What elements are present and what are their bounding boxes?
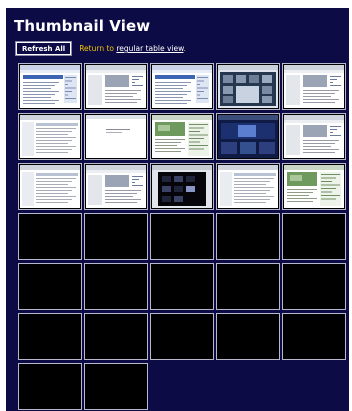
thumbnail-image	[152, 115, 212, 158]
thumbnail-image	[284, 65, 344, 108]
thumbnail-image	[86, 115, 146, 158]
thumbnail[interactable]	[18, 113, 82, 160]
empty-thumbnail	[84, 313, 148, 360]
thumbnail-image	[152, 165, 212, 208]
thumbnail[interactable]	[216, 113, 280, 160]
empty-thumbnail	[84, 263, 148, 310]
thumbnail-image	[218, 65, 278, 108]
thumbnail[interactable]	[282, 163, 346, 210]
empty-thumbnail	[282, 213, 346, 260]
return-suffix: .	[183, 44, 186, 53]
return-text: Return to regular table view.	[79, 44, 186, 53]
thumbnail[interactable]	[282, 113, 346, 160]
thumbnail[interactable]	[84, 113, 148, 160]
empty-thumbnail	[282, 263, 346, 310]
thumbnail-image	[20, 165, 80, 208]
thumbnail-grid	[18, 63, 346, 410]
thumbnail-image	[86, 65, 146, 108]
thumbnail-image	[20, 115, 80, 158]
thumbnail[interactable]	[150, 113, 214, 160]
thumbnail-image	[152, 65, 212, 108]
toolbar: Refresh All Return to regular table view…	[14, 41, 186, 56]
empty-thumbnail	[150, 213, 214, 260]
regular-table-view-link[interactable]: regular table view	[116, 44, 183, 53]
empty-thumbnail	[216, 213, 280, 260]
thumbnail[interactable]	[84, 63, 148, 110]
empty-thumbnail	[216, 313, 280, 360]
thumbnail[interactable]	[18, 163, 82, 210]
thumbnail-image	[20, 65, 80, 108]
empty-thumbnail	[282, 313, 346, 360]
empty-thumbnail	[84, 363, 148, 410]
empty-thumbnail	[150, 263, 214, 310]
thumbnail[interactable]	[282, 63, 346, 110]
thumbnail-image	[284, 115, 344, 158]
empty-thumbnail	[18, 313, 82, 360]
thumbnail[interactable]	[216, 163, 280, 210]
empty-thumbnail	[18, 363, 82, 410]
empty-thumbnail	[150, 313, 214, 360]
thumbnail[interactable]	[18, 63, 82, 110]
thumbnail-image	[284, 165, 344, 208]
thumbnail[interactable]	[216, 63, 280, 110]
thumbnail-image	[218, 165, 278, 208]
refresh-all-button[interactable]: Refresh All	[14, 41, 73, 56]
thumbnail[interactable]	[150, 63, 214, 110]
thumbnail-image	[86, 165, 146, 208]
thumbnail-image	[218, 115, 278, 158]
empty-thumbnail	[18, 213, 82, 260]
page-title: Thumbnail View	[14, 17, 151, 35]
thumbnail[interactable]	[150, 163, 214, 210]
empty-thumbnail	[216, 263, 280, 310]
thumbnail[interactable]	[84, 163, 148, 210]
empty-thumbnail	[84, 213, 148, 260]
thumbnail-page: Thumbnail View Refresh All Return to reg…	[6, 8, 349, 411]
empty-thumbnail	[18, 263, 82, 310]
return-prefix: Return to	[79, 44, 117, 53]
